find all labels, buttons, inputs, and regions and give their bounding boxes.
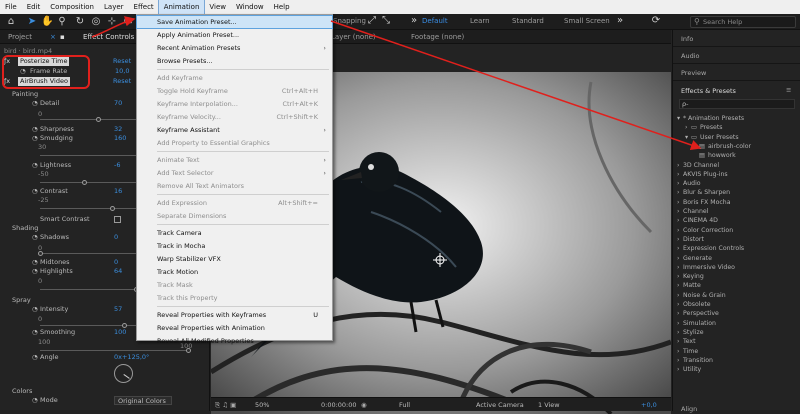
annotation-arrows [91,16,702,151]
arrow-to-user-preset [330,20,702,151]
arrow-to-save-preset [91,16,136,38]
